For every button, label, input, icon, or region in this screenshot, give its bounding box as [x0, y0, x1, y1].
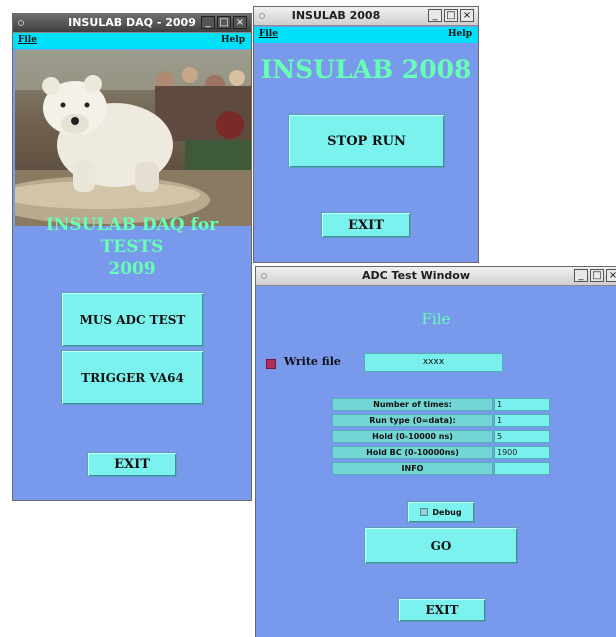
menu-file[interactable]: File	[18, 35, 37, 45]
param-label-info: INFO	[332, 462, 493, 475]
stop-run-button[interactable]: STOP RUN	[288, 114, 445, 168]
daq-heading-line1: INSULAB DAQ for TESTS	[45, 215, 219, 257]
insulab2008-menubar: File Help	[254, 27, 478, 43]
param-label-run-type: Run type (0=data):	[332, 414, 493, 427]
param-label-hold: Hold (0-10000 ns)	[332, 430, 493, 443]
menu-help[interactable]: Help	[221, 35, 245, 45]
insulab2008-titlebar[interactable]: INSULAB 2008 _ □ ×	[254, 7, 478, 26]
insulab2008-exit-button[interactable]: EXIT	[321, 212, 411, 238]
minimize-icon[interactable]: _	[574, 269, 588, 282]
menu-file[interactable]: File	[259, 29, 278, 39]
daq-exit-button[interactable]: EXIT	[87, 452, 177, 477]
daq-heading: INSULAB DAQ for TESTS 2009	[13, 214, 251, 280]
daq-heading-line2: 2009	[108, 259, 156, 279]
maximize-icon[interactable]: □	[444, 9, 458, 22]
daq-window: INSULAB DAQ - 2009 _ □ × File Help INSUL…	[12, 13, 252, 501]
debug-toggle-button[interactable]: Debug	[407, 501, 475, 523]
param-field-run-type[interactable]: 1	[494, 414, 550, 427]
maximize-icon[interactable]: □	[217, 16, 231, 29]
daq-titlebar[interactable]: INSULAB DAQ - 2009 _ □ ×	[13, 14, 251, 33]
trigger-va64-button[interactable]: TRIGGER VA64	[61, 350, 204, 405]
insulab2008-heading: INSULAB 2008	[260, 55, 472, 84]
adc-heading: File	[421, 310, 451, 328]
insulab2008-window-title: INSULAB 2008	[291, 9, 381, 22]
minimize-icon[interactable]: _	[428, 9, 442, 22]
adc-titlebar[interactable]: ADC Test Window _ □ ×	[256, 267, 616, 286]
write-file-checkbox[interactable]	[266, 359, 276, 369]
close-icon[interactable]: ×	[460, 9, 474, 22]
go-button[interactable]: GO	[364, 527, 518, 564]
param-field-hold-bc[interactable]: 1900	[494, 446, 550, 459]
debug-label: Debug	[432, 507, 462, 517]
polar-bear-photo	[15, 50, 251, 226]
daq-menubar: File Help	[13, 33, 251, 49]
param-field-number-of-times[interactable]: 1	[494, 398, 550, 411]
param-label-hold-bc: Hold BC (0-10000ns)	[332, 446, 493, 459]
adc-test-window: ADC Test Window _ □ × File Write file xx…	[255, 266, 616, 637]
polar-bear-image	[15, 50, 251, 226]
close-icon[interactable]: ×	[606, 269, 616, 282]
maximize-icon[interactable]: □	[590, 269, 604, 282]
close-icon[interactable]: ×	[233, 16, 247, 29]
adc-window-title: ADC Test Window	[361, 269, 470, 282]
write-file-label: Write file	[284, 355, 341, 368]
param-field-hold[interactable]: 5	[494, 430, 550, 443]
minimize-icon[interactable]: _	[201, 16, 215, 29]
adc-exit-button[interactable]: EXIT	[398, 598, 486, 622]
param-field-info[interactable]	[494, 462, 550, 475]
insulab2008-window: INSULAB 2008 _ □ × File Help INSULAB 200…	[253, 6, 479, 263]
debug-checkbox-icon	[420, 508, 429, 516]
mus-adc-test-button[interactable]: MUS ADC TEST	[61, 292, 204, 347]
menu-help[interactable]: Help	[448, 29, 472, 39]
param-label-number-of-times: Number of times:	[332, 398, 493, 411]
filename-field[interactable]: xxxx	[364, 353, 503, 372]
